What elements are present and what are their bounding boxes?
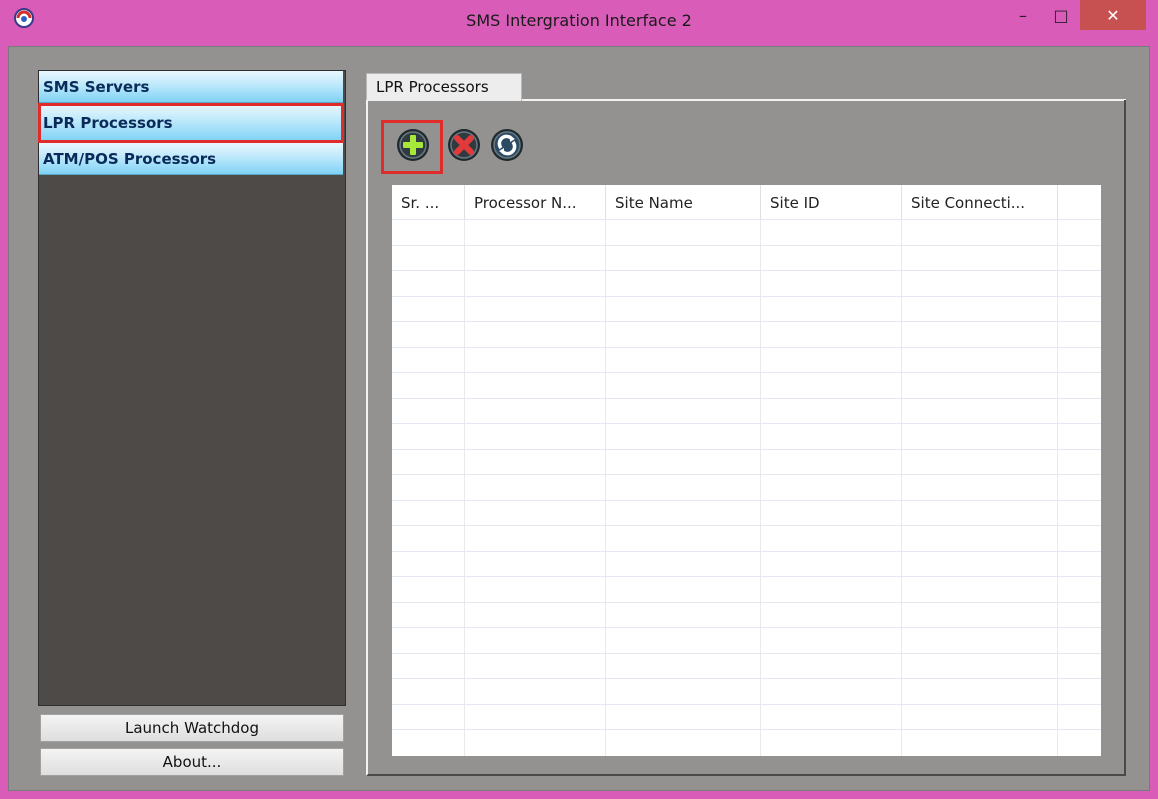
column-divider bbox=[760, 219, 761, 756]
add-button-highlight bbox=[381, 120, 443, 174]
table-row bbox=[392, 346, 1101, 348]
sidebar-item-label: SMS Servers bbox=[43, 78, 150, 96]
maximize-icon: □ bbox=[1053, 5, 1069, 25]
sidebar-item-sms-servers[interactable]: SMS Servers bbox=[39, 71, 343, 103]
table-row bbox=[392, 423, 1101, 424]
sidebar-item-lpr-processors[interactable]: LPR Processors bbox=[38, 103, 344, 143]
table-row bbox=[392, 550, 1101, 552]
launch-watchdog-button[interactable]: Launch Watchdog bbox=[40, 714, 344, 742]
sidebar-item-label: ATM/POS Processors bbox=[43, 150, 217, 168]
column-header-processor-name[interactable]: Processor N... bbox=[465, 185, 606, 219]
table-row bbox=[392, 295, 1101, 297]
table-row bbox=[392, 499, 1101, 501]
title-bar[interactable]: SMS Intergration Interface 2 – □ ✕ bbox=[0, 0, 1158, 42]
table-row bbox=[392, 525, 1101, 526]
column-divider bbox=[1057, 219, 1058, 756]
minimize-icon: – bbox=[1019, 5, 1027, 25]
table-row bbox=[392, 244, 1101, 246]
close-button[interactable]: ✕ bbox=[1080, 0, 1146, 30]
minimize-button[interactable]: – bbox=[1004, 0, 1042, 30]
remove-icon[interactable] bbox=[447, 128, 481, 162]
maximize-button[interactable]: □ bbox=[1042, 0, 1080, 30]
table-row bbox=[392, 703, 1101, 705]
processors-table[interactable]: Sr. ... Processor N... Site Name Site ID… bbox=[392, 185, 1101, 756]
sidebar-item-atm-pos-processors[interactable]: ATM/POS Processors bbox=[39, 143, 343, 175]
table-row bbox=[392, 627, 1101, 628]
column-divider bbox=[605, 219, 606, 756]
column-header-site-id[interactable]: Site ID bbox=[761, 185, 902, 219]
main-window: SMS Intergration Interface 2 – □ ✕ SMS S… bbox=[0, 0, 1158, 799]
about-button[interactable]: About... bbox=[40, 748, 344, 776]
table-row bbox=[392, 372, 1101, 373]
column-divider bbox=[464, 219, 465, 756]
tab-lpr-processors[interactable]: LPR Processors bbox=[366, 73, 522, 101]
column-header-site-connection[interactable]: Site Connecti... bbox=[902, 185, 1058, 219]
table-row bbox=[392, 576, 1101, 577]
table-row bbox=[392, 601, 1101, 603]
window-title: SMS Intergration Interface 2 bbox=[466, 11, 692, 30]
column-header-site-name[interactable]: Site Name bbox=[606, 185, 761, 219]
table-row bbox=[392, 219, 1101, 220]
column-divider bbox=[901, 219, 902, 756]
table-row bbox=[392, 448, 1101, 450]
table-row bbox=[392, 678, 1101, 679]
table-row bbox=[392, 270, 1101, 271]
table-row bbox=[392, 729, 1101, 730]
table-row bbox=[392, 397, 1101, 399]
close-icon: ✕ bbox=[1106, 5, 1120, 25]
refresh-icon[interactable] bbox=[490, 128, 524, 162]
column-header-sr[interactable]: Sr. ... bbox=[392, 185, 465, 219]
table-row bbox=[392, 321, 1101, 322]
table-row bbox=[392, 474, 1101, 475]
table-row bbox=[392, 652, 1101, 654]
sidebar-item-label: LPR Processors bbox=[43, 114, 173, 132]
